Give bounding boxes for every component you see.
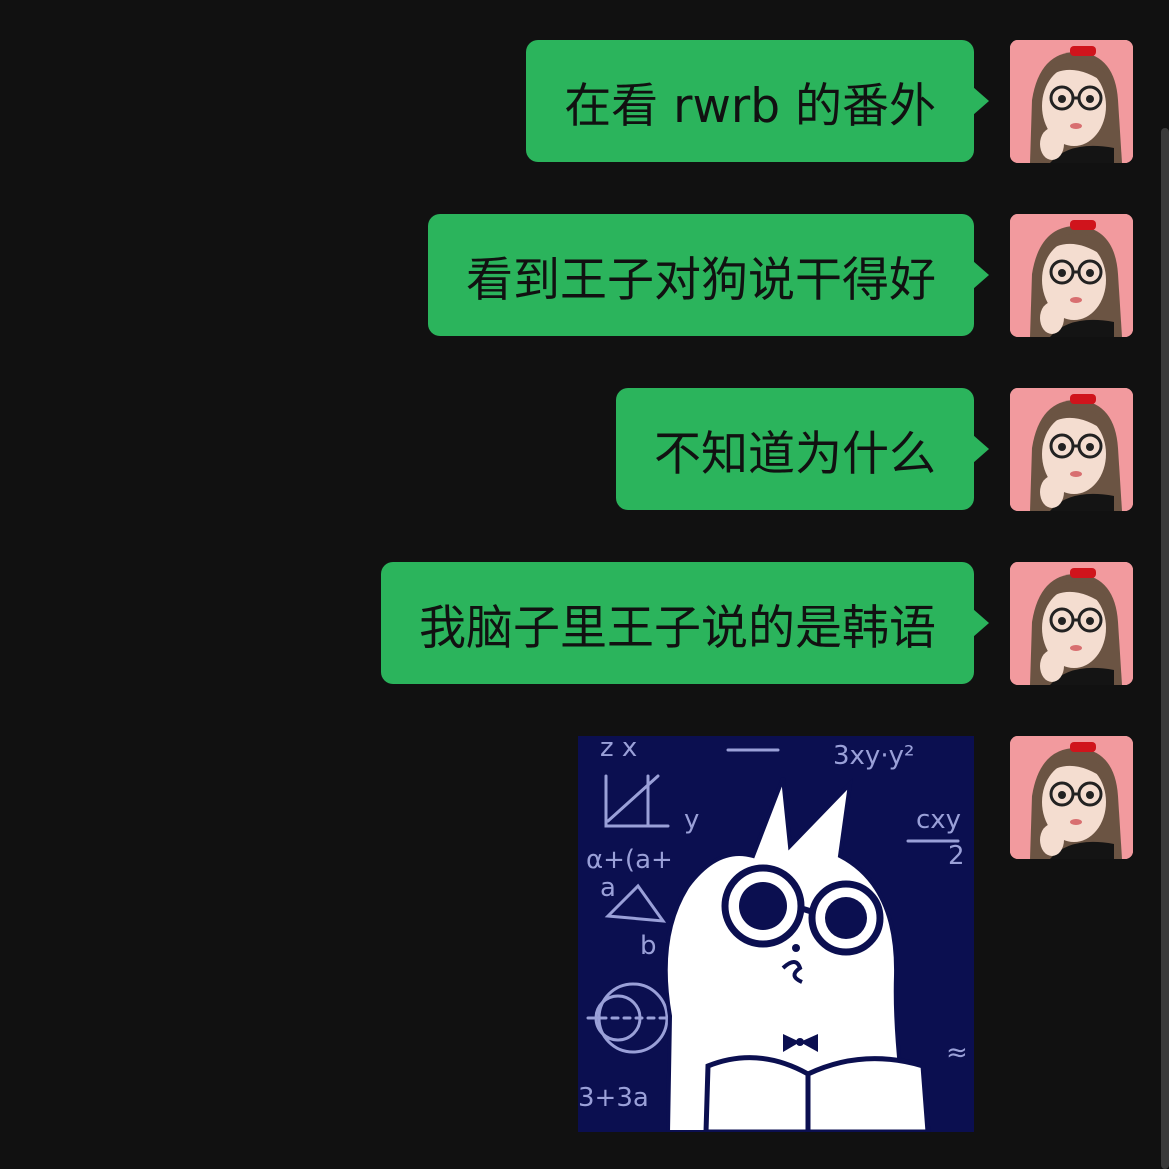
message-text: 看到王子对狗说干得好 [466,252,936,308]
message-text: 在看 rwrb 的番外 [564,78,936,134]
cat-with-glasses-reading-book-sticker: z x 3xy·y² cxy 2 α+(a+ a b y 3+3a ≈ [578,736,974,1132]
message-bubble[interactable]: 不知道为什么 [616,388,989,510]
sticker-text: z x [600,736,637,763]
avatar[interactable] [1010,388,1133,511]
message-row: 在看 rwrb 的番外 [526,40,1133,163]
avatar-icon [1010,562,1133,685]
scrollbar[interactable] [1161,128,1169,1169]
avatar[interactable] [1010,214,1133,337]
sticker-text: α+(a+ [586,845,673,875]
avatar-icon [1010,214,1133,337]
message-bubble[interactable]: 我脑子里王子说的是韩语 [381,562,989,684]
sticker-text: a [600,873,616,903]
message-bubble[interactable]: 在看 rwrb 的番外 [526,40,989,162]
chat-window: 在看 rwrb 的番外 看到王子对狗说干得好 不知道为什么 我脑子里王子说的是韩… [0,0,1169,1169]
sticker-text: b [640,931,657,961]
message-text: 我脑子里王子说的是韩语 [419,600,936,656]
avatar[interactable] [1010,736,1133,859]
sticker-text: cxy [916,805,961,835]
avatar[interactable] [1010,562,1133,685]
sticker-text: ≈ [946,1038,968,1068]
sticker-text: 3xy·y² [833,741,914,771]
message-row: z x 3xy·y² cxy 2 α+(a+ a b y 3+3a ≈ [578,736,1133,1132]
sticker-image[interactable]: z x 3xy·y² cxy 2 α+(a+ a b y 3+3a ≈ [578,736,974,1132]
avatar-icon [1010,40,1133,163]
avatar[interactable] [1010,40,1133,163]
avatar-icon [1010,388,1133,511]
message-text: 不知道为什么 [654,426,936,482]
sticker-text: 2 [948,841,965,871]
message-row: 我脑子里王子说的是韩语 [381,562,1133,685]
message-row: 看到王子对狗说干得好 [428,214,1133,337]
sticker-text: y [684,805,699,835]
avatar-icon [1010,736,1133,859]
message-bubble[interactable]: 看到王子对狗说干得好 [428,214,989,336]
sticker-text: 3+3a [578,1083,649,1113]
message-row: 不知道为什么 [616,388,1133,511]
